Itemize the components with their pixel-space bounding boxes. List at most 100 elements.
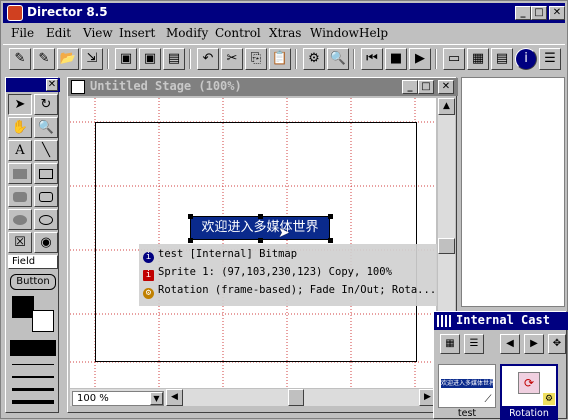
rewind-icon[interactable]: ⏮ — [361, 48, 383, 70]
checkbox-tool-icon[interactable]: ☒ — [8, 232, 32, 253]
selection-handle[interactable] — [188, 238, 193, 243]
magnify-tool-icon[interactable]: 🔍 — [34, 117, 58, 138]
cast-member-thumb-selected[interactable]: ⟳ ⚙ — [500, 364, 558, 408]
print-icon[interactable]: ▤ — [163, 48, 185, 70]
info-icon[interactable]: i — [143, 252, 154, 263]
selection-handle[interactable] — [328, 238, 333, 243]
title-bar[interactable]: Director 8.5 _ □ ✕ — [3, 3, 565, 23]
stage-horizontal-scrollbar[interactable]: 100 % ▼ ◀ ▶ — [70, 389, 436, 406]
cast-title-bar[interactable]: Internal Cast — [434, 312, 568, 330]
paste-icon[interactable]: 📋 — [269, 48, 291, 70]
rotate-tool-icon[interactable]: ↻ — [34, 94, 58, 115]
maximize-button[interactable]: □ — [531, 6, 547, 20]
arrow-tool-icon[interactable]: ➤ — [8, 94, 32, 115]
sprite-properties-icon[interactable]: i — [143, 270, 154, 281]
menu-xtras[interactable]: Xtras — [269, 26, 301, 40]
line-width-2[interactable] — [12, 376, 54, 378]
selection-handle[interactable] — [258, 214, 263, 219]
text-tool-icon[interactable]: A — [8, 140, 32, 161]
new-movie-icon[interactable]: ✎ — [9, 48, 31, 70]
cast-member-label-selected: Rotation — [500, 408, 558, 420]
find-icon[interactable]: ⚙ — [303, 48, 325, 70]
import-icon[interactable]: ⇲ — [81, 48, 103, 70]
search-icon[interactable]: 🔍 — [327, 48, 349, 70]
cast-thumb-banner: 欢迎进入多媒体世界 — [441, 379, 493, 388]
banner-sprite[interactable]: 欢迎进入多媒体世界 — [190, 216, 330, 240]
menu-view[interactable]: View — [83, 26, 113, 40]
minimize-button[interactable]: _ — [515, 6, 531, 20]
filled-roundrect-tool-icon[interactable] — [8, 186, 32, 207]
behavior-type-icon: ⚙ — [543, 393, 555, 405]
radio-tool-icon[interactable]: ◉ — [34, 232, 58, 253]
zoom-select[interactable]: 100 % ▼ — [72, 391, 164, 406]
button-tool[interactable]: Button — [10, 274, 56, 290]
window-title: Director 8.5 — [27, 5, 108, 19]
hand-tool-icon[interactable]: ✋ — [8, 117, 32, 138]
cast-grip-icon — [437, 315, 451, 327]
field-tool[interactable]: Field — [8, 255, 58, 269]
menu-help[interactable]: Help — [359, 26, 388, 40]
line-width-4[interactable] — [12, 400, 54, 404]
close-icon[interactable]: ✕ — [46, 79, 58, 91]
stop-icon[interactable]: ■ — [385, 48, 407, 70]
pattern-swatch[interactable] — [10, 340, 56, 356]
scroll-up-icon[interactable]: ▲ — [438, 98, 455, 115]
menu-edit[interactable]: Edit — [46, 26, 71, 40]
menu-file[interactable]: File — [11, 26, 34, 40]
scroll-thumb[interactable] — [438, 238, 455, 254]
tool-palette-header[interactable]: ✕ — [6, 78, 60, 92]
scroll-left-icon[interactable]: ◀ — [166, 389, 183, 406]
close-button[interactable]: ✕ — [549, 6, 565, 20]
foreground-color-swatch[interactable] — [12, 296, 34, 318]
stage-maximize-button[interactable]: □ — [418, 80, 434, 94]
toolbar-separator — [189, 49, 191, 69]
line-tool-icon[interactable]: ╲ — [34, 140, 58, 161]
roundrect-tool-icon[interactable] — [34, 186, 58, 207]
background-pane — [461, 77, 565, 307]
toolbar-separator — [353, 49, 355, 69]
selection-handle[interactable] — [258, 238, 263, 243]
filled-ellipse-tool-icon[interactable] — [8, 209, 32, 230]
list-view-icon[interactable]: ☰ — [464, 334, 484, 354]
play-icon[interactable]: ▶ — [409, 48, 431, 70]
new-cast-icon[interactable]: ✎ — [33, 48, 55, 70]
behavior-gear-icon[interactable]: ⚙ — [143, 288, 154, 299]
stage-boundary — [95, 122, 417, 362]
cast-member-thumb[interactable]: 欢迎进入多媒体世界 ⟋ — [438, 364, 496, 408]
copy-icon[interactable]: ⎘ — [245, 48, 267, 70]
open-icon[interactable]: 📂 — [57, 48, 79, 70]
menu-control[interactable]: Control — [215, 26, 261, 40]
menu-modify[interactable]: Modify — [166, 26, 208, 40]
line-width-3[interactable] — [12, 388, 54, 391]
ellipse-tool-icon[interactable] — [34, 209, 58, 230]
selection-handle[interactable] — [188, 214, 193, 219]
previous-member-icon[interactable]: ◀ — [500, 334, 520, 354]
undo-icon[interactable]: ↶ — [197, 48, 219, 70]
save-all-icon[interactable]: ▣ — [139, 48, 161, 70]
cut-icon[interactable]: ✂ — [221, 48, 243, 70]
stage-icon[interactable]: ▭ — [443, 48, 465, 70]
save-icon[interactable]: ▣ — [115, 48, 137, 70]
selection-handle[interactable] — [328, 214, 333, 219]
scroll-thumb-horizontal[interactable] — [288, 389, 304, 406]
mouse-cursor-icon: ➤ — [278, 225, 290, 241]
stage-close-button[interactable]: ✕ — [438, 80, 454, 94]
background-color-swatch[interactable] — [32, 310, 54, 332]
thumbnail-view-icon[interactable]: ▦ — [440, 334, 460, 354]
overlay-member-text: test [Internal] Bitmap — [158, 248, 298, 260]
library-icon[interactable]: ☰ — [539, 48, 561, 70]
menu-insert[interactable]: Insert — [119, 26, 155, 40]
filled-rect-tool-icon[interactable] — [8, 163, 32, 184]
stage-canvas[interactable]: 欢迎进入多媒体世界 ➤ — [70, 98, 436, 388]
rect-tool-icon[interactable] — [34, 163, 58, 184]
stage-title-bar[interactable]: Untitled Stage (100%) _ □ ✕ — [68, 78, 458, 96]
line-width-1[interactable] — [12, 364, 54, 365]
dropdown-arrow-icon[interactable]: ▼ — [150, 392, 163, 405]
score-icon[interactable]: ▦ — [467, 48, 489, 70]
next-member-icon[interactable]: ▶ — [524, 334, 544, 354]
stage-minimize-button[interactable]: _ — [402, 80, 418, 94]
cast-icon[interactable]: ▤ — [491, 48, 513, 70]
menu-window[interactable]: Window — [310, 26, 359, 40]
drag-member-icon[interactable]: ✥ — [548, 334, 566, 354]
info-icon[interactable]: i — [515, 48, 537, 70]
